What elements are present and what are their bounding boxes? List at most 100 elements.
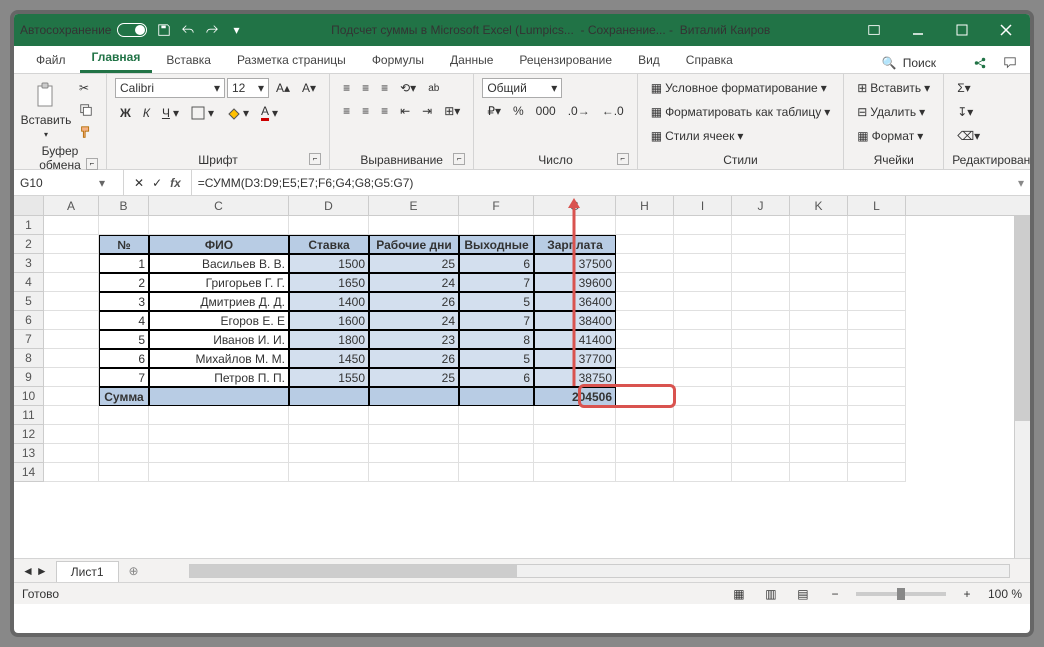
cell[interactable]: [459, 406, 534, 425]
cell[interactable]: [44, 368, 99, 387]
cell[interactable]: [848, 292, 906, 311]
cell[interactable]: [616, 406, 674, 425]
row-header[interactable]: 12: [14, 425, 44, 444]
cell[interactable]: 5: [99, 330, 149, 349]
cell[interactable]: [790, 216, 848, 235]
tab-formulas[interactable]: Формулы: [360, 47, 436, 73]
cut-icon[interactable]: ✂: [74, 78, 98, 98]
name-box-input[interactable]: [14, 176, 94, 190]
cell[interactable]: 25: [369, 368, 459, 387]
cell[interactable]: [848, 368, 906, 387]
cell[interactable]: 36400: [534, 292, 616, 311]
sheet-nav-prev-icon[interactable]: ◄: [22, 564, 34, 578]
col-header[interactable]: L: [848, 196, 906, 215]
cell[interactable]: [616, 273, 674, 292]
cell[interactable]: 1: [99, 254, 149, 273]
cell[interactable]: [674, 368, 732, 387]
cell[interactable]: [369, 406, 459, 425]
cell[interactable]: [459, 387, 534, 406]
paste-button[interactable]: Вставить▾: [22, 78, 70, 142]
cell[interactable]: [674, 311, 732, 330]
row-header[interactable]: 5: [14, 292, 44, 311]
cell[interactable]: 7: [99, 368, 149, 387]
increase-font-icon[interactable]: A▴: [271, 78, 295, 98]
border-icon[interactable]: ▾: [186, 103, 219, 123]
cell[interactable]: [616, 368, 674, 387]
tab-insert[interactable]: Вставка: [154, 47, 223, 73]
cell-styles-button[interactable]: ▦ Стили ячеек▾: [646, 126, 749, 146]
cell[interactable]: [674, 292, 732, 311]
tab-page-layout[interactable]: Разметка страницы: [225, 47, 358, 73]
formula-input[interactable]: [198, 176, 1006, 190]
col-header[interactable]: K: [790, 196, 848, 215]
cell[interactable]: Егоров Е. Е: [149, 311, 289, 330]
cell[interactable]: [732, 273, 790, 292]
cell[interactable]: 6: [459, 368, 534, 387]
close-button[interactable]: [988, 18, 1024, 42]
cell[interactable]: [99, 444, 149, 463]
cell[interactable]: [848, 425, 906, 444]
row-header[interactable]: 11: [14, 406, 44, 425]
cell[interactable]: [459, 216, 534, 235]
delete-cells-button[interactable]: ⊟ Удалить▾: [852, 102, 930, 122]
align-middle-icon[interactable]: ≡: [357, 78, 374, 98]
cell[interactable]: [790, 254, 848, 273]
col-header[interactable]: B: [99, 196, 149, 215]
cell[interactable]: 4: [99, 311, 149, 330]
col-header[interactable]: F: [459, 196, 534, 215]
redo-icon[interactable]: [203, 21, 221, 39]
cell[interactable]: [674, 235, 732, 254]
cell[interactable]: [459, 425, 534, 444]
row-header[interactable]: 14: [14, 463, 44, 482]
zoom-slider[interactable]: [856, 592, 946, 596]
search-label[interactable]: Поиск: [903, 56, 936, 70]
row-header[interactable]: 2: [14, 235, 44, 254]
cell[interactable]: [369, 444, 459, 463]
cell[interactable]: [149, 463, 289, 482]
insert-cells-button[interactable]: ⊞ Вставить▾: [852, 78, 935, 98]
cell[interactable]: Васильев В. В.: [149, 254, 289, 273]
cell[interactable]: [44, 330, 99, 349]
clear-icon[interactable]: ⌫▾: [952, 126, 985, 146]
format-painter-icon[interactable]: [74, 122, 98, 142]
cell[interactable]: 7: [459, 273, 534, 292]
spreadsheet-grid[interactable]: ABCDEFGHIJKL 12№ФИОСтавкаРабочие дниВыхо…: [14, 196, 1030, 558]
cell[interactable]: [732, 216, 790, 235]
tab-review[interactable]: Рецензирование: [507, 47, 624, 73]
currency-icon[interactable]: ₽▾: [482, 101, 506, 121]
cell[interactable]: 1400: [289, 292, 369, 311]
cell[interactable]: [674, 216, 732, 235]
cell[interactable]: [674, 254, 732, 273]
tab-file[interactable]: Файл: [24, 47, 78, 73]
cancel-formula-icon[interactable]: ✕: [134, 176, 144, 190]
cell[interactable]: [616, 311, 674, 330]
cell[interactable]: 24: [369, 311, 459, 330]
cell[interactable]: [99, 216, 149, 235]
tab-help[interactable]: Справка: [674, 47, 745, 73]
cell[interactable]: [848, 444, 906, 463]
col-header[interactable]: H: [616, 196, 674, 215]
cell[interactable]: 1450: [289, 349, 369, 368]
bold-button[interactable]: Ж: [115, 103, 136, 123]
cell[interactable]: [289, 444, 369, 463]
cell[interactable]: [44, 254, 99, 273]
cell[interactable]: [790, 406, 848, 425]
cell[interactable]: 204506: [534, 387, 616, 406]
cell[interactable]: [674, 387, 732, 406]
cell[interactable]: [674, 330, 732, 349]
cell[interactable]: [149, 406, 289, 425]
cell[interactable]: [44, 235, 99, 254]
cell[interactable]: [616, 254, 674, 273]
fill-color-icon[interactable]: ▾: [221, 103, 254, 123]
cell[interactable]: [149, 425, 289, 444]
launcher-icon[interactable]: ⌐: [617, 153, 629, 165]
cell[interactable]: 1500: [289, 254, 369, 273]
indent-dec-icon[interactable]: ⇤: [395, 101, 415, 121]
cell[interactable]: [732, 368, 790, 387]
cell[interactable]: [732, 311, 790, 330]
cell[interactable]: [534, 463, 616, 482]
row-header[interactable]: 1: [14, 216, 44, 235]
percent-icon[interactable]: %: [508, 101, 529, 121]
zoom-level[interactable]: 100 %: [988, 587, 1022, 601]
sheet-nav-next-icon[interactable]: ►: [36, 564, 48, 578]
